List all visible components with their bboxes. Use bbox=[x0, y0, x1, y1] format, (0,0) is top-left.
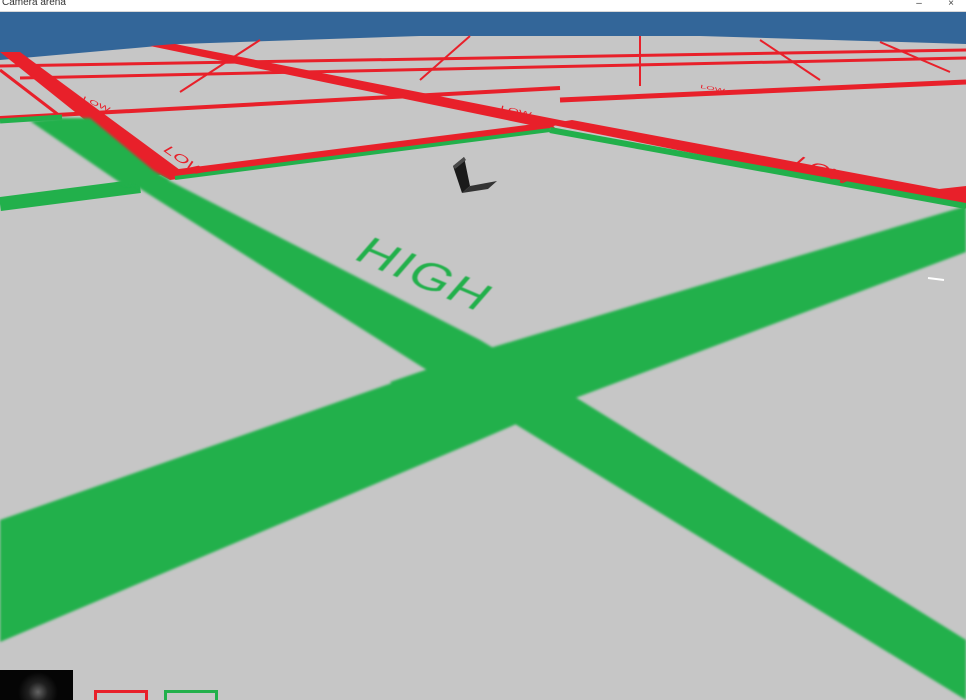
title-bar: Camera arena – × bbox=[0, 0, 966, 12]
arena-scene: HIGH LOW LOW LOW LOW LOW LOW bbox=[0, 12, 966, 700]
game-viewport[interactable]: HIGH LOW LOW LOW LOW LOW LOW bbox=[0, 12, 966, 700]
minimize-button[interactable]: – bbox=[912, 0, 926, 10]
game-window: Camera arena – × HIGH LOW LOW LOW LOW LO… bbox=[0, 0, 966, 700]
camera-feed-glow bbox=[18, 672, 58, 700]
camera-feed-icon[interactable] bbox=[0, 670, 73, 700]
legend-high-swatch bbox=[164, 690, 218, 700]
window-title: Camera arena bbox=[2, 0, 66, 8]
close-button[interactable]: × bbox=[944, 0, 958, 10]
legend-low-swatch bbox=[94, 690, 148, 700]
